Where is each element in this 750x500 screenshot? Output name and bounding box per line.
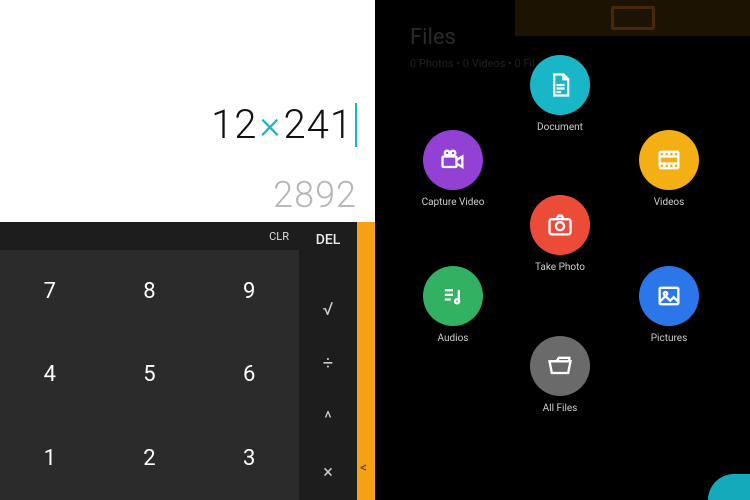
key-2[interactable]: 2 <box>100 417 200 500</box>
key-3[interactable]: 3 <box>199 417 299 500</box>
calculator-display: 12 × 241 2892 <box>0 0 375 222</box>
files-title: Files <box>410 25 456 50</box>
option-label: Capture Video <box>413 197 493 208</box>
fab-button[interactable] <box>708 474 750 500</box>
key-6[interactable]: 6 <box>199 333 299 416</box>
option-document[interactable]: Document <box>520 55 600 133</box>
folder-icon <box>611 6 655 30</box>
option-all-files[interactable]: All Files <box>520 336 600 414</box>
multiply-button[interactable]: × <box>299 446 357 500</box>
key-9[interactable]: 9 <box>199 250 299 333</box>
expression-left: 12 <box>211 101 257 148</box>
option-label: All Files <box>520 403 600 414</box>
sqrt-button[interactable]: √ <box>299 282 357 337</box>
option-capture-video[interactable]: Capture Video <box>413 130 493 208</box>
document-icon <box>530 55 590 115</box>
caret-button[interactable]: ^ <box>299 391 357 446</box>
result: 2892 <box>273 174 357 216</box>
files-panel: Files 0 Photos • 0 Videos • 0 Fil Docume… <box>375 0 750 500</box>
option-take-photo[interactable]: Take Photo <box>520 195 600 273</box>
chevron-left-icon: < <box>360 460 367 476</box>
input-cursor <box>355 103 357 147</box>
background-card <box>515 0 750 36</box>
key-7[interactable]: 7 <box>0 250 100 333</box>
image-icon <box>639 266 699 326</box>
operator-column: DEL √ ÷ ^ × <box>299 222 357 500</box>
key-8[interactable]: 8 <box>100 250 200 333</box>
camera-icon <box>530 195 590 255</box>
key-5[interactable]: 5 <box>100 333 200 416</box>
option-label: Pictures <box>629 333 709 344</box>
option-label: Take Photo <box>520 262 600 273</box>
option-label: Document <box>520 122 600 133</box>
key-1[interactable]: 1 <box>0 417 100 500</box>
calculator-panel: 12 × 241 2892 CLR 7 8 9 4 5 6 1 2 3 DEL … <box>0 0 375 500</box>
expand-panel-button[interactable]: < <box>357 222 375 500</box>
files-subtitle: 0 Photos • 0 Videos • 0 Fil <box>410 57 535 70</box>
folder-open-icon <box>530 336 590 396</box>
option-audios[interactable]: Audios <box>413 266 493 344</box>
divide-button[interactable]: ÷ <box>299 337 357 392</box>
expression: 12 × 241 <box>211 101 357 148</box>
music-list-icon <box>423 266 483 326</box>
option-pictures[interactable]: Pictures <box>629 266 709 344</box>
video-camera-icon <box>423 130 483 190</box>
key-4[interactable]: 4 <box>0 333 100 416</box>
option-label: Videos <box>629 197 709 208</box>
delete-button[interactable]: DEL <box>299 222 357 282</box>
operator-symbol: × <box>257 101 283 148</box>
option-videos[interactable]: Videos <box>629 130 709 208</box>
expression-right: 241 <box>283 101 353 148</box>
option-label: Audios <box>413 333 493 344</box>
clear-button[interactable]: CLR <box>0 222 299 250</box>
keypad-area: CLR 7 8 9 4 5 6 1 2 3 DEL √ ÷ ^ × < <box>0 222 375 500</box>
number-pad: CLR 7 8 9 4 5 6 1 2 3 <box>0 222 299 500</box>
film-icon <box>639 130 699 190</box>
